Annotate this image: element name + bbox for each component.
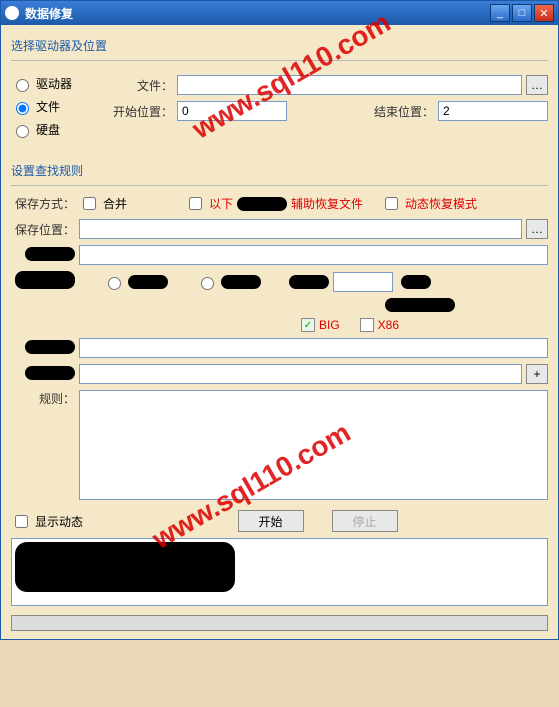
redacted-input-1[interactable] — [79, 245, 548, 265]
minimize-button[interactable]: _ — [490, 4, 510, 22]
x86-checkbox[interactable]: X86 — [360, 318, 399, 332]
redacted-label-5 — [11, 366, 75, 383]
radio-drive[interactable]: 驱动器 — [11, 75, 101, 92]
close-button[interactable]: ✕ — [534, 4, 554, 22]
rules-label: 规则： — [11, 390, 75, 407]
redacted-label-2 — [11, 271, 75, 292]
redacted-input-4[interactable] — [79, 338, 548, 358]
file-input[interactable] — [177, 75, 522, 95]
section1-title: 选择驱动器及位置 — [11, 37, 548, 54]
showdyn-checkbox[interactable]: 显示动态 — [11, 512, 83, 531]
add-button[interactable]: + — [526, 364, 548, 384]
redacted-log — [15, 542, 235, 592]
redacted-input-2[interactable] — [333, 272, 393, 292]
big-checkbox[interactable]: ✓BIG — [301, 318, 340, 332]
endpos-input[interactable] — [438, 101, 548, 121]
redacted-radio-1[interactable] — [103, 274, 168, 290]
source-radio-group: 驱动器 文件 硬盘 — [11, 69, 101, 144]
startpos-input[interactable] — [177, 101, 287, 121]
endpos-label: 结束位置： — [370, 103, 434, 120]
window-title: 数据修复 — [25, 5, 490, 22]
start-button[interactable]: 开始 — [238, 510, 304, 532]
maximize-button[interactable]: □ — [512, 4, 532, 22]
saveloc-label: 保存位置： — [11, 221, 75, 238]
redacted-label-4 — [11, 340, 75, 357]
titlebar: 数据修复 _ □ ✕ — [1, 1, 558, 25]
redacted-input-5[interactable] — [79, 364, 522, 384]
savemode-label: 保存方式： — [11, 195, 75, 212]
saveloc-browse-button[interactable]: … — [526, 219, 548, 239]
app-window: 数据修复 _ □ ✕ 选择驱动器及位置 驱动器 文件 硬盘 文件： … — [0, 0, 559, 640]
section2-title: 设置查找规则 — [11, 162, 548, 179]
window-buttons: _ □ ✕ — [490, 4, 554, 22]
redacted-text-3 — [385, 298, 455, 312]
redacted-radio-2[interactable] — [196, 274, 261, 290]
saveloc-input[interactable] — [79, 219, 522, 239]
radio-disk[interactable]: 硬盘 — [11, 121, 101, 138]
redacted-label-1 — [11, 247, 75, 264]
app-icon — [5, 6, 19, 20]
dynmode-checkbox[interactable]: 动态恢复模式 — [381, 194, 477, 213]
content-area: 选择驱动器及位置 驱动器 文件 硬盘 文件： … 开始位置： 结束位置： — [1, 25, 558, 639]
file-label: 文件： — [109, 77, 173, 94]
startpos-label: 开始位置： — [109, 103, 173, 120]
stop-button[interactable]: 停止 — [332, 510, 398, 532]
aux-checkbox[interactable]: 以下辅助恢复文件 — [185, 194, 363, 213]
file-browse-button[interactable]: … — [526, 75, 548, 95]
merge-checkbox[interactable]: 合并 — [79, 194, 127, 213]
radio-file[interactable]: 文件 — [11, 98, 101, 115]
progress-bar — [11, 615, 548, 631]
rules-textarea[interactable] — [79, 390, 548, 500]
